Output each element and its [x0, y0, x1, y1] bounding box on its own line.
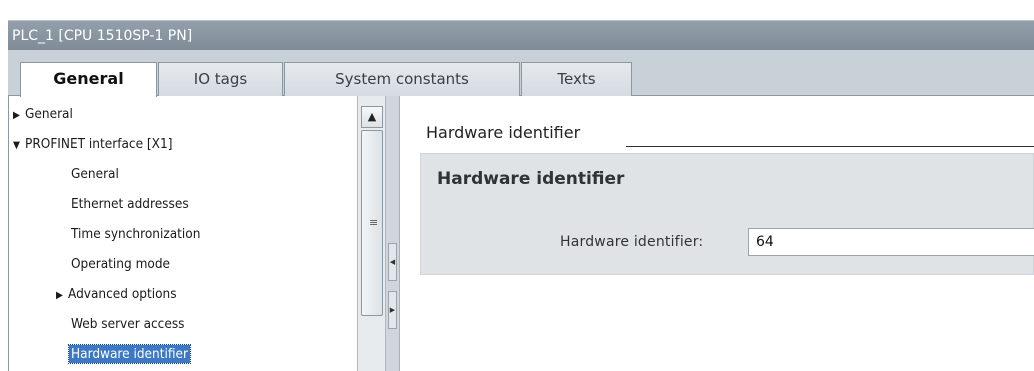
nav-item-advanced-options[interactable]: ▶ Advanced options [56, 282, 177, 306]
nav-item-operating-mode[interactable]: Operating mode [71, 252, 170, 276]
section-divider [626, 146, 1034, 147]
nav-item-general[interactable]: ▶ General [13, 102, 73, 126]
nav-item-time-synchronization[interactable]: Time synchronization [71, 222, 200, 246]
group-title: Hardware identifier [437, 169, 625, 189]
nav-item-profinet-interface[interactable]: ▼ PROFINET interface [X1] [13, 132, 172, 156]
nav-item-hardware-identifier[interactable]: Hardware identifier [68, 342, 191, 366]
tab-system-constants[interactable]: System constants [284, 62, 520, 96]
expand-triangle-icon[interactable]: ▶ [56, 284, 68, 308]
section-title: Hardware identifier [426, 123, 581, 142]
properties-content: Hardware identifier Hardware identifier … [400, 96, 1034, 371]
scroll-up-arrow-icon[interactable]: ▲ [361, 106, 383, 128]
tab-texts[interactable]: Texts [521, 62, 632, 96]
hardware-identifier-label: Hardware identifier: [560, 234, 704, 250]
hardware-identifier-group: Hardware identifier Hardware identifier:… [420, 153, 1034, 275]
collapse-left-icon[interactable]: ◀ [388, 243, 397, 281]
collapse-triangle-icon[interactable]: ▼ [13, 134, 25, 158]
nav-scrollbar[interactable]: ▲ ≡ [357, 96, 386, 371]
tab-general[interactable]: General [20, 62, 157, 97]
nav-item-web-server-access[interactable]: Web server access [71, 312, 185, 336]
tab-io-tags[interactable]: IO tags [158, 62, 283, 96]
tab-strip: General IO tags System constants Texts [8, 50, 1034, 97]
expand-triangle-icon[interactable]: ▶ [13, 104, 25, 128]
scroll-thumb[interactable]: ≡ [361, 130, 383, 316]
panel-splitter[interactable]: ◀ ▶ [386, 96, 400, 371]
collapse-right-icon[interactable]: ▶ [388, 291, 397, 329]
grip-icon: ≡ [369, 216, 379, 229]
nav-item-ethernet-addresses[interactable]: Ethernet addresses [71, 192, 189, 216]
navigation-tree: ▶ General ▼ PROFINET interface [X1] Genera… [8, 96, 357, 371]
window-title: PLC_1 [CPU 1510SP-1 PN] [12, 28, 193, 44]
window-title-bar: PLC_1 [CPU 1510SP-1 PN] [8, 20, 1034, 50]
nav-item-profinet-general[interactable]: General [71, 162, 119, 186]
hardware-identifier-field[interactable]: 64 [748, 228, 1034, 256]
